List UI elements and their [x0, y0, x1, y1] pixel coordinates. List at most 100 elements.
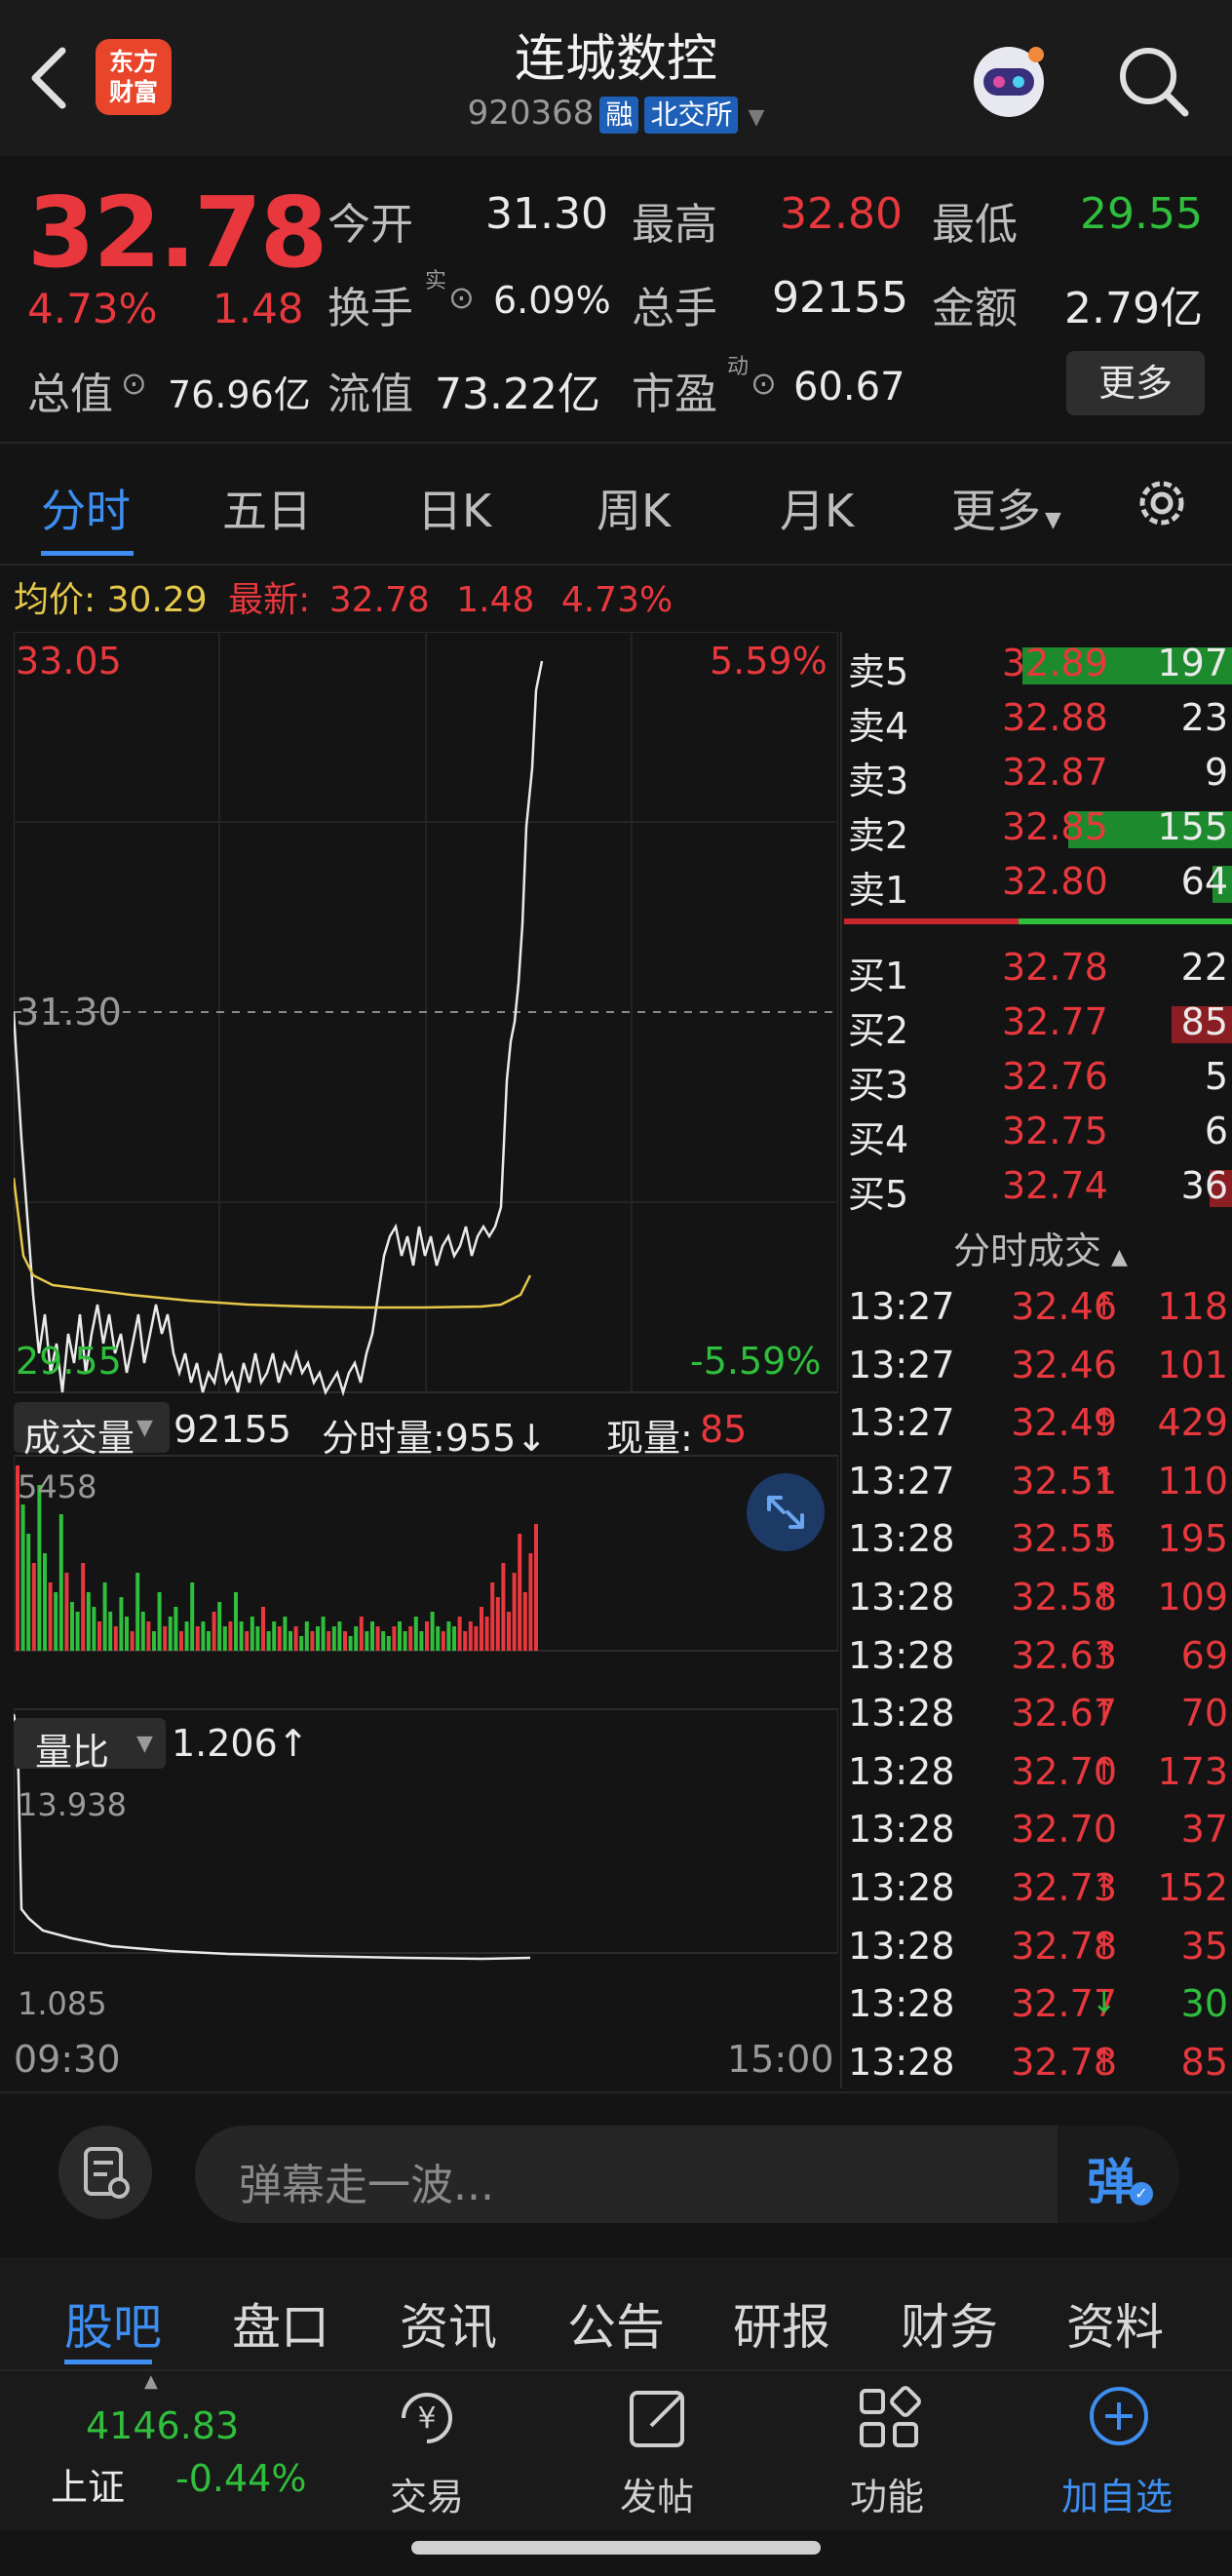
danmu-send-button[interactable]: 弹 ✓ [1058, 2126, 1179, 2223]
ask-price: 32.89 [1002, 642, 1108, 684]
tick-volume: 85 [1180, 2040, 1228, 2084]
tick-volume: 35 [1180, 1924, 1228, 1968]
tab-daily-k[interactable]: 日K [417, 476, 491, 540]
volume-bar [365, 1631, 369, 1651]
y-axis-bottom-pct: -5.59% [690, 1340, 822, 1383]
volume-bar [222, 1626, 227, 1651]
functions-grid-icon[interactable] [850, 2379, 928, 2457]
intraday-chart[interactable] [14, 632, 838, 2046]
add-watchlist-plus-icon[interactable] [1080, 2379, 1158, 2457]
tab-pankou[interactable]: 盘口 [232, 2288, 329, 2359]
ticks-header[interactable]: 分时成交 ▲ [953, 1221, 1128, 1274]
volume-bar [81, 1563, 86, 1651]
bid-volume: 36 [1180, 1164, 1228, 1207]
tick-volume: 195 [1157, 1517, 1228, 1561]
volume-bar [135, 1573, 140, 1651]
amount-label: 金额 [932, 284, 1018, 333]
info-circle-icon[interactable]: ⊙ [121, 365, 147, 402]
settings-gear-icon[interactable] [1131, 472, 1193, 534]
current-volume-label: 现量: [606, 1417, 693, 1460]
section-divider [0, 2091, 1232, 2093]
back-arrow-icon[interactable] [19, 39, 78, 117]
volume-bar [31, 1563, 36, 1651]
dock-functions-label[interactable]: 功能 [828, 2467, 945, 2520]
volume-total: 92155 [173, 1408, 291, 1451]
tab-guba[interactable]: 股吧 [64, 2288, 162, 2359]
volume-bar [343, 1631, 347, 1651]
tab-weekly-k[interactable]: 周K [597, 476, 671, 540]
tab-announcements[interactable]: 公告 [567, 2288, 665, 2359]
app-logo[interactable]: 东方 财富 [96, 39, 172, 115]
pe-value: 60.67 [793, 365, 905, 410]
post-edit-icon[interactable] [620, 2379, 698, 2457]
spread-divider [844, 918, 1232, 924]
volume-bar [195, 1626, 200, 1651]
ask-level-label: 卖4 [848, 705, 909, 748]
volume-bar [398, 1621, 402, 1651]
dropdown-triangle-icon: ▼ [748, 105, 765, 130]
volume-bar [43, 1553, 47, 1651]
index-value[interactable]: 4146.83 [86, 2404, 239, 2447]
volume-bar [277, 1626, 282, 1651]
ratio-max-label: 13.938 [18, 1786, 127, 1823]
home-indicator[interactable] [411, 2541, 821, 2555]
danmu-toggle-button[interactable] [58, 2126, 152, 2219]
volume-bar [37, 1485, 42, 1651]
tab-more[interactable]: 更多 ▼ [951, 476, 1061, 540]
tick-volume: 30 [1180, 1982, 1228, 2026]
info-circle-icon[interactable]: ⊙ [751, 365, 777, 402]
danmu-settings-icon [84, 2147, 130, 2199]
dropdown-triangle-icon: ▼ [136, 1732, 153, 1756]
info-circle-icon[interactable]: ⊙ [448, 279, 475, 316]
tick-direction-arrow: ↓ [1092, 1986, 1117, 2021]
search-icon[interactable] [1111, 39, 1193, 121]
high-value: 32.80 [780, 189, 903, 239]
ask-volume: 64 [1180, 860, 1228, 903]
volume-bar [375, 1626, 380, 1651]
bid-price: 32.76 [1002, 1055, 1108, 1098]
tick-direction-arrow: ↑ [1092, 1405, 1117, 1440]
ask-level-label: 卖3 [848, 760, 909, 802]
tab-intraday[interactable]: 分时 [41, 476, 131, 540]
logo-text-2: 财富 [108, 78, 158, 106]
volume-bar [70, 1602, 74, 1651]
more-button[interactable]: 更多 [1066, 351, 1205, 415]
volume-bar [495, 1597, 500, 1651]
volume-bar [163, 1626, 168, 1651]
tab-five-day[interactable]: 五日 [222, 476, 312, 540]
volume-bar [190, 1582, 195, 1651]
dock-add-watchlist-label[interactable]: 加自选 [1059, 2467, 1175, 2520]
volume-bar [125, 1617, 129, 1651]
tick-time: 13:28 [848, 1924, 955, 1968]
pe-label: 市盈 [632, 370, 717, 419]
volume-bar [441, 1631, 445, 1651]
expand-icon[interactable] [747, 1473, 825, 1551]
order-book[interactable]: 卖5 32.89 197 卖4 32.88 23 卖3 32.87 9 卖2 32.85 155 卖1 3… [844, 632, 1232, 2088]
dock-trade-label[interactable]: 交易 [368, 2467, 485, 2520]
tab-finance[interactable]: 财务 [901, 2288, 998, 2359]
tick-direction-arrow: ↑ [1092, 2044, 1117, 2079]
index-name[interactable]: 上证 [51, 2457, 125, 2511]
stock-code-row[interactable]: 920368 融北交所 ▼ [380, 94, 852, 134]
dropdown-triangle-icon: ▼ [136, 1416, 153, 1440]
tab-research[interactable]: 研报 [733, 2288, 830, 2359]
volume-bar [217, 1602, 222, 1651]
stock-name: 连城数控 [514, 30, 717, 89]
y-axis-bottom-label: 29.55 [16, 1340, 122, 1383]
tick-volume: 69 [1180, 1633, 1228, 1677]
volume-bar [534, 1524, 538, 1651]
turnover-value: 6.09% [493, 279, 611, 322]
tab-monthly-k[interactable]: 月K [780, 476, 854, 540]
index-pct[interactable]: -0.44% [175, 2457, 306, 2500]
volume-bar [234, 1592, 238, 1651]
volume-bar [463, 1631, 468, 1651]
volume-max-label: 5458 [18, 1468, 97, 1505]
tick-volume: 109 [1157, 1576, 1228, 1619]
open-value: 31.30 [485, 189, 608, 239]
robot-assistant-icon[interactable] [960, 31, 1058, 129]
logo-text-1: 东方 [108, 48, 158, 76]
dock-post-label[interactable]: 发帖 [598, 2467, 715, 2520]
tab-news[interactable]: 资讯 [400, 2288, 497, 2359]
trade-yen-icon[interactable]: ¥ [388, 2379, 466, 2457]
tab-profile[interactable]: 资料 [1066, 2288, 1164, 2359]
